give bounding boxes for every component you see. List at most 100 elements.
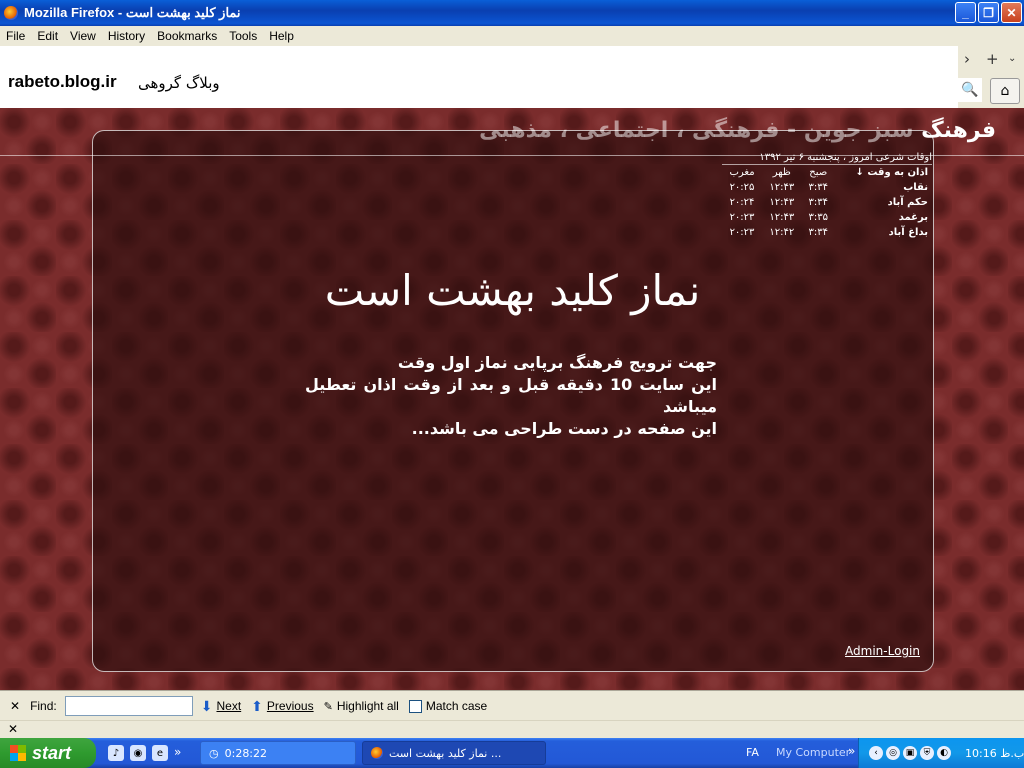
language-indicator[interactable]: FA [746,746,759,759]
time-cell: ۳:۳۴ [808,227,828,238]
arrow-up-icon: ⬆ [251,697,263,714]
clock-icon: ◷ [209,746,219,760]
restore-button[interactable]: ❐ [978,2,999,23]
time-cell: ۲۰:۲۵ [729,182,755,193]
taskbar-item-timer[interactable]: ◷ 0:28:22 [200,741,356,765]
column-header: صبح [809,167,828,178]
prayer-times-table: اذان به وقت ↓ صبح ظهر مغرب نقاب ۳:۳۴ ۱۲:… [722,165,932,240]
time-cell: ۲۰:۲۳ [729,212,755,223]
time-cell: ۱۲:۴۲ [769,227,795,238]
time-cell: ۳:۳۵ [808,212,828,223]
find-previous-label: Previous [266,699,314,713]
menu-edit[interactable]: Edit [31,29,64,43]
column-header: مغرب [729,167,755,178]
page-body-text: جهت ترویج فرهنگ برپایی نماز اول وقت این … [305,352,717,440]
network-icon[interactable]: ◎ [886,746,900,760]
checkbox-box [408,699,422,713]
forward-arrow-icon[interactable]: › [964,50,970,68]
tab-list-icon[interactable]: ⌄ [1008,53,1016,64]
quick-launch-chevron-icon[interactable]: » [174,745,181,761]
find-input[interactable] [64,696,193,716]
close-icon[interactable]: ✕ [8,722,18,736]
firefox-icon [371,747,383,759]
menu-tools[interactable]: Tools [223,29,263,43]
site-name[interactable]: rabeto.blog.ir [8,72,117,92]
header-title-bold: فرهنگ [921,118,996,143]
menu-history[interactable]: History [102,29,151,43]
navigation-toolbar: rabeto.blog.ir وبلاگ گروهی › + ⌄ 🔍 ⌂ [0,46,1024,108]
taskbar-item-label: 0:28:22 [224,746,268,760]
body-line: جهت ترویج فرهنگ برپایی نماز اول وقت [397,353,717,372]
table-row: بداغ آباد ۳:۳۴ ۱۲:۴۲ ۲۰:۲۳ [722,225,932,240]
window-controls: _ ❐ ✕ [955,2,1022,23]
time-cell: ۲۰:۲۴ [729,197,755,208]
city-name: حکم آباد [887,197,928,208]
prayer-times-date: اوقات شرعی امروز ، پنجشنبه ۶ تیر ۱۳۹۲ [722,152,932,165]
window-title-bar[interactable]: نماز کلید بهشت است - Mozilla Firefox _ ❐… [0,0,1024,26]
body-line: این سایت 10 دقیقه قبل و بعد از وقت اذان … [305,375,718,416]
close-button[interactable]: ✕ [1001,2,1022,23]
windows-logo-icon [10,745,26,761]
search-icon[interactable]: 🔍 [958,78,982,102]
ie-icon[interactable]: e [152,745,168,761]
find-bar-close-icon[interactable]: ✕ [10,699,20,713]
taskbar-item-label: نماز کلید بهشت است ... [389,746,502,760]
match-case-checkbox[interactable]: Match case [408,699,488,713]
browser-icon[interactable]: ◉ [130,745,146,761]
new-tab-icon[interactable]: + [986,50,999,68]
highlighter-icon: ✎ [323,700,333,713]
window-title: نماز کلید بهشت است - Mozilla Firefox [24,5,241,20]
my-computer-toolbar[interactable]: My Computer [776,746,850,759]
minimize-button[interactable]: _ [955,2,976,23]
menu-bookmarks[interactable]: Bookmarks [151,29,223,43]
find-next-label: Next [216,699,242,713]
find-label: Find: [30,699,57,713]
tray-icons: ‹ ◎ ▣ ⛨ ◐ [869,746,951,760]
body-line: این صفحه در دست طراحی می باشد... [411,419,717,438]
table-row: برغمد ۳:۳۵ ۱۲:۴۳ ۲۰:۲۳ [722,210,932,225]
system-clock[interactable]: 10:16 ب.ظ [965,747,1024,760]
time-cell: ۳:۳۴ [808,197,828,208]
shield-icon[interactable]: ⛨ [920,746,934,760]
site-subtitle: وبلاگ گروهی [138,74,220,92]
display-icon[interactable]: ▣ [903,746,917,760]
highlight-all-label: Highlight all [336,699,399,713]
back-arrow-icon[interactable]: ‹ [869,746,883,760]
highlight-all-button[interactable]: ✎ Highlight all [324,699,399,713]
menu-bar: File Edit View History Bookmarks Tools H… [0,26,1024,46]
column-header: ظهر [772,167,791,178]
city-name: برغمد [898,212,928,223]
page-header-overlay: rabeto.blog.ir وبلاگ گروهی [0,46,958,108]
start-button[interactable]: start [0,738,96,768]
header-title-rest: سبز جوین - فرهنگی ، اجتماعی ، مذهبی [479,118,922,143]
admin-login-link[interactable]: Admin-Login [845,644,920,658]
city-name: نقاب [903,182,928,193]
table-header-row: اذان به وقت ↓ صبح ظهر مغرب [722,165,932,180]
speaker-icon[interactable]: ◐ [937,746,951,760]
firefox-icon [4,6,18,20]
start-label: start [32,742,72,763]
blog-header-title[interactable]: فرهنگ سبز جوین - فرهنگی ، اجتماعی ، مذهب… [479,118,996,143]
menu-view[interactable]: View [64,29,102,43]
time-cell: ۳:۳۴ [808,182,828,193]
table-row: حکم آباد ۳:۳۴ ۱۲:۴۳ ۲۰:۲۴ [722,195,932,210]
time-cell: ۱۲:۴۳ [769,182,795,193]
notification-bar: ✕ [0,720,1024,739]
match-case-label: Match case [425,699,488,713]
prayer-times-widget: اوقات شرعی امروز ، پنجشنبه ۶ تیر ۱۳۹۲ اذ… [722,152,932,240]
find-previous-button[interactable]: ⬆ Previous [251,698,313,715]
city-name: بداغ آباد [888,227,928,238]
arrow-down-icon: ⬇ [200,697,213,714]
toolbar-chevron-icon[interactable]: » [848,744,855,758]
page-content: فرهنگ سبز جوین - فرهنگی ، اجتماعی ، مذهب… [0,108,1024,690]
find-next-button[interactable]: ⬇ Next [201,698,241,715]
page-title: نماز کلید بهشت است [324,266,701,315]
menu-help[interactable]: Help [263,29,300,43]
time-cell: ۱۲:۴۳ [769,212,795,223]
quick-launch: ♪ ◉ e » [108,745,181,761]
media-player-icon[interactable]: ♪ [108,745,124,761]
home-button[interactable]: ⌂ [990,78,1020,104]
find-bar: ✕ Find: ⬇ Next ⬆ Previous ✎ Highlight al… [0,690,1024,721]
menu-file[interactable]: File [0,29,31,43]
taskbar-item-firefox[interactable]: نماز کلید بهشت است ... [362,741,546,765]
